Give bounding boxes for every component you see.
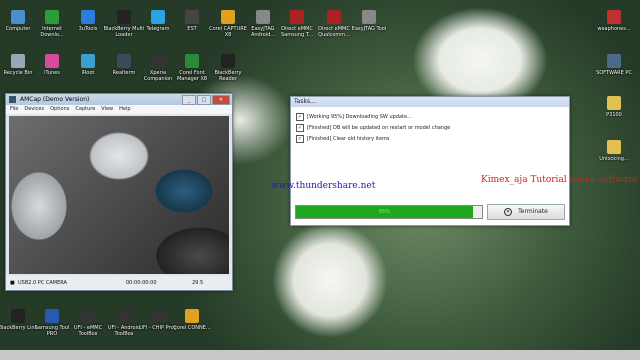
- fps-value: 29.5: [192, 280, 204, 286]
- watermark-url: www.thundershare.net: [271, 181, 376, 191]
- tasks-list: ✓ [Working 95%] Downloading SW update...…: [296, 111, 450, 144]
- samsung-tool-icon: [45, 309, 59, 323]
- iroot-icon: [81, 54, 95, 68]
- ufi-icon: [81, 309, 95, 323]
- progress-bar: 95%: [295, 205, 483, 219]
- minimize-button[interactable]: _: [182, 95, 196, 105]
- desktop-icon-label: Corel CONNE...: [173, 325, 211, 331]
- amcap-menubar: File Devices Options Capture View Help: [6, 105, 232, 114]
- menu-devices[interactable]: Devices: [24, 105, 44, 114]
- camera-preview: [9, 116, 229, 274]
- task-text: [Finished] Clear old history items: [307, 135, 390, 142]
- desktop-icon[interactable]: Corel CONNE...: [170, 309, 214, 331]
- desktop-icon-label: Unlocking...: [599, 156, 629, 162]
- emmc-icon: [290, 10, 304, 24]
- tasks-title[interactable]: Tasks...: [291, 97, 569, 107]
- amcap-titlebar[interactable]: AMCap (Demo Version) _ □ ✕: [6, 94, 232, 105]
- amcap-statusbar: ■ USB2.0 PC CAMERA 00:00:00:00 29.5: [6, 276, 232, 290]
- task-text: [Working 95%] Downloading SW update...: [307, 113, 412, 120]
- terminate-button[interactable]: ✕ Terminate: [487, 204, 565, 220]
- stop-icon: ✕: [504, 207, 513, 216]
- task-item: ✓ [Finished] Clear old history items: [296, 133, 450, 144]
- taskbar-strip: [0, 350, 640, 360]
- task-text: [Finished] DB will be updated on restart…: [307, 124, 451, 131]
- task-status-icon: ✓: [296, 112, 304, 121]
- folder-icon: [607, 96, 621, 110]
- est-icon: [185, 10, 199, 24]
- desktop-icon-label: P3100: [606, 112, 622, 118]
- tasks-window[interactable]: Tasks... ✓ [Working 95%] Downloading SW …: [271, 96, 638, 226]
- terminate-label: Terminate: [518, 208, 548, 215]
- menu-options[interactable]: Options: [50, 105, 69, 114]
- close-button[interactable]: ✕: [212, 95, 230, 105]
- folder-icon: [607, 54, 621, 68]
- desktop-icon[interactable]: P3100: [592, 96, 636, 118]
- ufi-icon: [117, 309, 131, 323]
- computer-icon: [11, 10, 25, 24]
- amcap-title: AMCap (Demo Version): [20, 96, 90, 103]
- maximize-button[interactable]: □: [197, 95, 211, 105]
- desktop-icon[interactable]: BlackBerry Reader: [206, 54, 250, 82]
- desktop-icon[interactable]: SOFTWARE PC: [592, 54, 636, 76]
- menu-view[interactable]: View: [101, 105, 113, 114]
- easyjtag-icon: [256, 10, 270, 24]
- blackberry-icon: [117, 10, 131, 24]
- desktop-icon[interactable]: EasyJTAG Tool: [347, 10, 391, 32]
- corel-font-icon: [185, 54, 199, 68]
- folder-icon: [607, 140, 621, 154]
- desktop-icon-label: weaphones...: [597, 26, 631, 32]
- xperia-icon: [151, 54, 165, 68]
- pdf-icon: [607, 10, 621, 24]
- blackberry-icon: [221, 54, 235, 68]
- camera-icon: ■: [10, 280, 15, 286]
- desktop-icon[interactable]: weaphones...: [592, 10, 636, 32]
- corel-icon: [185, 309, 199, 323]
- progress-fill: 95%: [296, 206, 473, 218]
- task-item: ✓ [Finished] DB will be updated on resta…: [296, 122, 450, 133]
- camera-name: USB2.0 PC CAMERA: [18, 280, 67, 286]
- menu-file[interactable]: File: [10, 105, 18, 114]
- realterm-icon: [117, 54, 131, 68]
- menu-help[interactable]: Help: [119, 105, 130, 114]
- 3utools-icon: [81, 10, 95, 24]
- capture-time: 00:00:00:00: [126, 280, 157, 286]
- corel-icon: [221, 10, 235, 24]
- desktop-icon[interactable]: Unlocking...: [592, 140, 636, 162]
- desktop-icon-label: BlackBerry Reader: [214, 70, 242, 82]
- amcap-window[interactable]: AMCap (Demo Version) _ □ ✕ File Devices …: [5, 93, 233, 291]
- emmc-icon: [327, 10, 341, 24]
- blackberry-icon: [11, 309, 25, 323]
- task-status-icon: ✓: [296, 123, 304, 132]
- telegram-icon: [151, 10, 165, 24]
- idm-icon: [45, 10, 59, 24]
- watermark-tutorial: Kimex_aja Tutorial soeya software: [481, 175, 638, 185]
- recycle-bin-icon: [11, 54, 25, 68]
- itunes-icon: [45, 54, 59, 68]
- task-status-icon: ✓: [296, 134, 304, 143]
- amcap-app-icon: [9, 96, 16, 103]
- easyjtag-icon: [362, 10, 376, 24]
- ufi-icon: [151, 309, 165, 323]
- desktop-icon-label: EasyJTAG Tool: [351, 26, 387, 32]
- desktop-icon-label: SOFTWARE PC: [596, 70, 632, 76]
- menu-capture[interactable]: Capture: [75, 105, 95, 114]
- task-item: ✓ [Working 95%] Downloading SW update...: [296, 111, 450, 122]
